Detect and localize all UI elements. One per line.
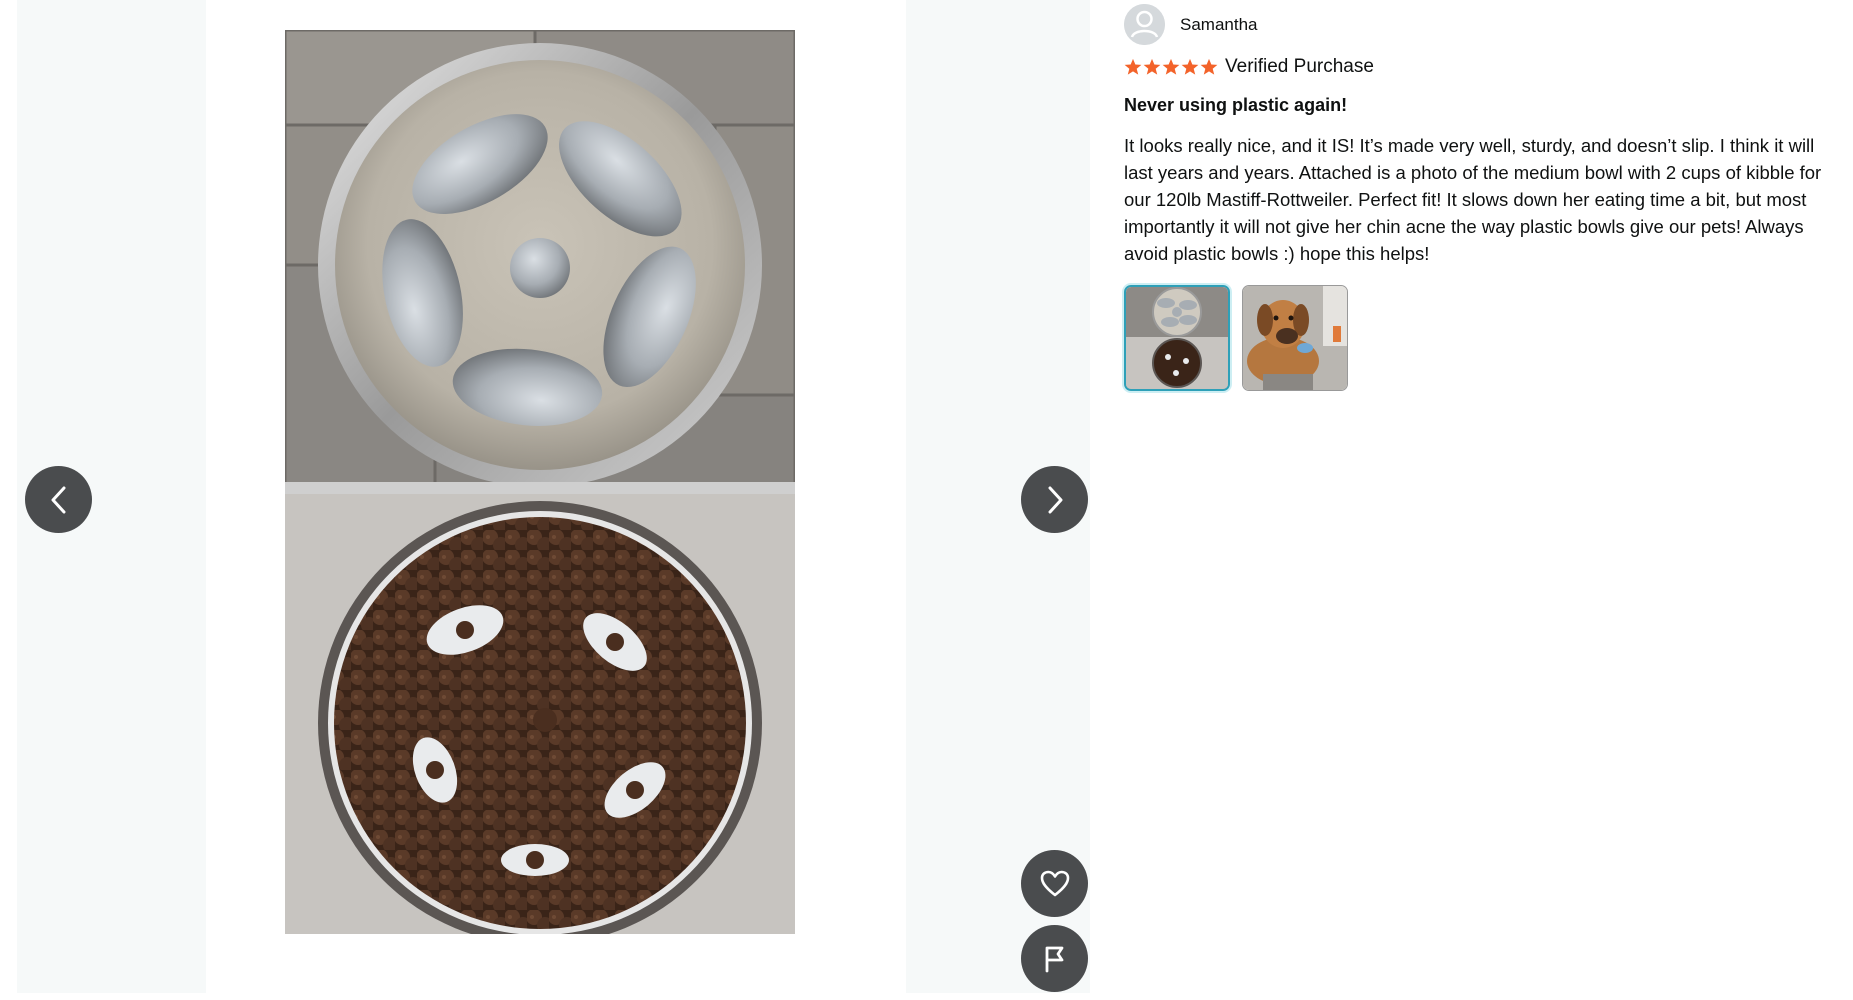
star-icon: [1181, 58, 1199, 75]
reviewer-profile[interactable]: Samantha: [1124, 4, 1258, 45]
review-image-thumbnails: [1124, 285, 1360, 391]
chevron-left-icon: [51, 486, 65, 513]
heart-icon: [1040, 870, 1069, 896]
like-button[interactable]: [1021, 850, 1088, 917]
verified-purchase-badge: Verified Purchase: [1225, 56, 1374, 77]
user-avatar-icon: [1124, 4, 1165, 45]
star-icon: [1200, 58, 1218, 75]
previous-image-button[interactable]: [25, 466, 92, 533]
star-icon: [1124, 58, 1142, 75]
report-button[interactable]: [1021, 925, 1088, 992]
star-icon: [1162, 58, 1180, 75]
next-image-button[interactable]: [1021, 466, 1088, 533]
reviewer-name[interactable]: Samantha: [1180, 15, 1258, 35]
star-rating: [1124, 58, 1219, 76]
review-title: Never using plastic again!: [1124, 95, 1348, 115]
thumbnail-bowl[interactable]: [1124, 285, 1230, 391]
thumbnail-dog[interactable]: [1242, 285, 1348, 391]
review-photo-main: [285, 30, 795, 934]
chevron-right-icon: [1048, 486, 1062, 513]
flag-icon: [1045, 946, 1063, 972]
star-icon: [1143, 58, 1161, 75]
rating-row: Verified Purchase: [1124, 56, 1374, 78]
review-body: It looks really nice, and it IS! It’s ma…: [1124, 135, 1822, 264]
